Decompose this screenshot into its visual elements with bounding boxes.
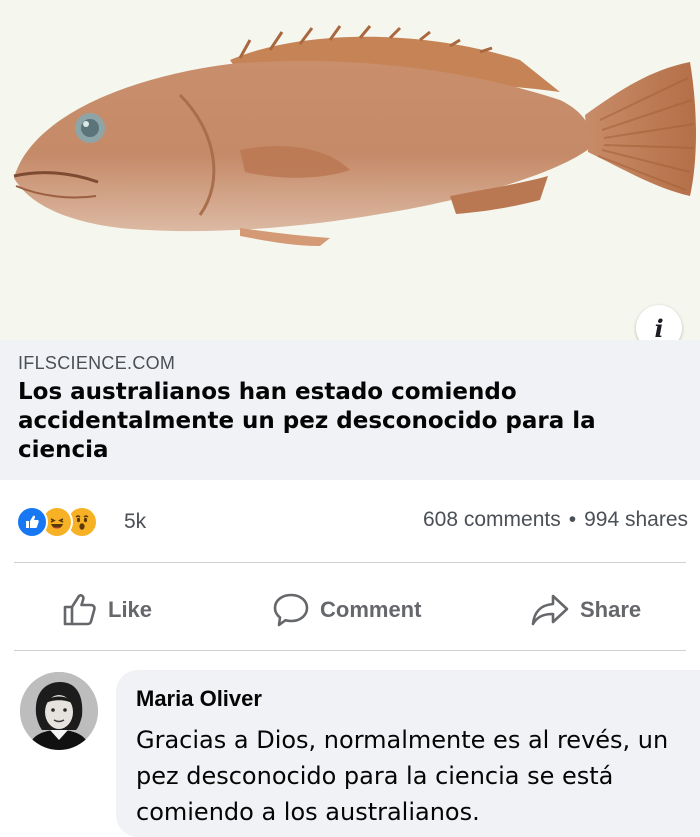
link-domain: IFLSCIENCE.COM — [18, 353, 176, 373]
like-button[interactable]: Like — [62, 586, 152, 634]
stats-separator: • — [568, 508, 577, 531]
link-title[interactable]: Los australianos han estado comiendo acc… — [18, 378, 618, 465]
thumbs-up-icon — [63, 594, 96, 626]
comment-text: Gracias a Dios, normalmente es al revés,… — [136, 726, 669, 826]
link-preview-image[interactable]: i — [0, 0, 700, 351]
profile-photo — [20, 672, 98, 750]
avatar[interactable] — [20, 672, 98, 750]
fish-image — [13, 25, 696, 246]
share-label: Share — [580, 597, 642, 622]
shares-count[interactable]: 994 shares — [584, 508, 688, 532]
comment-button[interactable]: Comment — [272, 586, 421, 634]
share-arrow-icon — [531, 594, 569, 626]
divider-top — [14, 562, 686, 563]
comment-author[interactable]: Maria Oliver — [136, 686, 262, 712]
comments-count[interactable]: 608 comments — [423, 508, 561, 532]
reaction-count[interactable]: 5k — [124, 510, 146, 534]
comment-label: Comment — [320, 597, 422, 622]
reaction-icons[interactable] — [16, 506, 98, 538]
divider-bottom — [14, 650, 686, 651]
facebook-post: i IFLSCIENCE.COM Los australianos han es… — [0, 0, 700, 837]
speech-bubble-icon — [273, 593, 309, 627]
share-button[interactable]: Share — [530, 586, 641, 634]
post-stats: 608 comments • 994 shares — [423, 508, 688, 532]
like-reaction-icon — [16, 506, 48, 538]
like-label: Like — [108, 597, 153, 622]
